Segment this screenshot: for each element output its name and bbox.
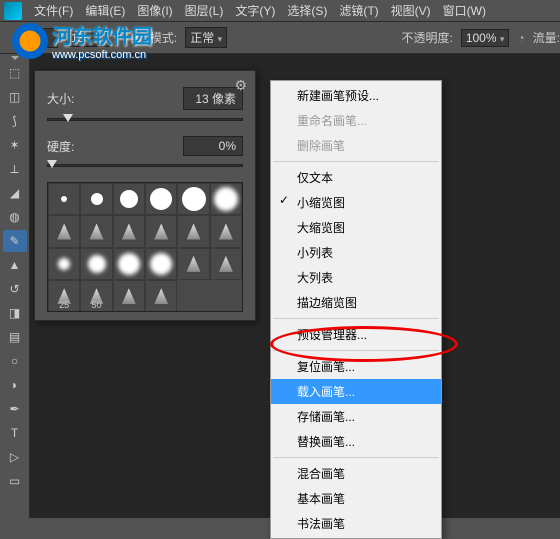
options-bar: • ▾ ▦ 模式: 正常 ▾ 不透明度: 100% ▾ ◔ 流量: — [0, 22, 560, 54]
brush-preset[interactable] — [113, 280, 145, 312]
menu-separator — [273, 161, 439, 162]
brush-size-input[interactable] — [66, 29, 110, 47]
menu-item[interactable]: 小缩览图 — [271, 190, 441, 215]
menu-item[interactable]: 新建画笔预设... — [271, 83, 441, 108]
tool-crop[interactable]: ⟂ — [3, 158, 27, 180]
gear-icon[interactable]: ⚙ — [234, 77, 247, 94]
brush-preset[interactable] — [113, 215, 145, 247]
menu-separator — [273, 318, 439, 319]
brush-preset[interactable] — [177, 248, 209, 280]
mode-label: 模式: — [150, 29, 177, 46]
chevron-down-icon[interactable]: ▾ — [118, 32, 123, 43]
tool-move[interactable]: ⬚ — [3, 62, 27, 84]
brush-preset-panel: ⚙ 大小: 13 像素 硬度: 0% 25 — [34, 70, 256, 321]
menu-image[interactable]: 图像(I) — [131, 2, 178, 19]
tool-wand[interactable]: ✶ — [3, 134, 27, 156]
brush-preset[interactable] — [145, 183, 177, 215]
menu-separator — [273, 457, 439, 458]
pressure-icon[interactable]: ◔ — [517, 31, 524, 45]
brush-preset[interactable] — [145, 280, 177, 312]
tool-eyedropper[interactable]: ◢ — [3, 182, 27, 204]
menu-item[interactable]: 替换画笔... — [271, 429, 441, 454]
menu-layer[interactable]: 图层(L) — [179, 2, 230, 19]
toolbox-collapse-icon[interactable] — [11, 56, 19, 60]
menu-select[interactable]: 选择(S) — [281, 2, 333, 19]
brush-preset[interactable] — [80, 248, 112, 280]
menubar: 文件(F) 编辑(E) 图像(I) 图层(L) 文字(Y) 选择(S) 滤镜(T… — [0, 0, 560, 22]
brush-preset[interactable] — [145, 248, 177, 280]
brush-presets-grid: 25 50 — [47, 182, 243, 312]
app-icon — [4, 2, 22, 20]
brush-preset[interactable] — [48, 183, 80, 215]
size-slider[interactable] — [47, 112, 243, 126]
brush-preset[interactable]: 25 — [48, 280, 80, 312]
tool-heal[interactable]: ◍ — [3, 206, 27, 228]
brush-preset[interactable] — [210, 248, 242, 280]
brush-preset[interactable] — [80, 215, 112, 247]
tool-path[interactable]: ▷ — [3, 446, 27, 468]
menu-type[interactable]: 文字(Y) — [229, 2, 281, 19]
menu-item[interactable]: 混合画笔 — [271, 461, 441, 486]
tool-pen[interactable]: ✒ — [3, 398, 27, 420]
menu-item[interactable]: 大列表 — [271, 265, 441, 290]
tool-marquee[interactable]: ◫ — [3, 86, 27, 108]
menu-item[interactable]: 仅文本 — [271, 165, 441, 190]
tool-type[interactable]: T — [3, 422, 27, 444]
menu-filter[interactable]: 滤镜(T) — [333, 2, 384, 19]
tool-lasso[interactable]: ⟆ — [3, 110, 27, 132]
tool-brush[interactable]: ✎ — [3, 230, 27, 252]
tool-stamp[interactable]: ▲ — [3, 254, 27, 276]
brush-preset[interactable] — [145, 215, 177, 247]
menu-window[interactable]: 窗口(W) — [437, 2, 492, 19]
tool-history[interactable]: ↺ — [3, 278, 27, 300]
flow-label: 流量: — [533, 29, 560, 46]
menu-separator — [273, 350, 439, 351]
tool-eraser[interactable]: ◨ — [3, 302, 27, 324]
menu-item[interactable]: 基本画笔 — [271, 486, 441, 511]
hardness-label: 硬度: — [47, 138, 74, 155]
menu-item[interactable]: 载入画笔... — [271, 379, 441, 404]
brush-preset[interactable] — [113, 248, 145, 280]
brush-preset[interactable] — [113, 183, 145, 215]
brush-preset[interactable] — [177, 215, 209, 247]
mode-select[interactable]: 正常 ▾ — [185, 27, 227, 48]
brush-preset[interactable] — [210, 183, 242, 215]
menu-item[interactable]: 复位画笔... — [271, 354, 441, 379]
opacity-label: 不透明度: — [401, 29, 452, 46]
brush-preset[interactable] — [80, 183, 112, 215]
brush-flyout-menu: 新建画笔预设...重命名画笔...删除画笔仅文本小缩览图大缩览图小列表大列表描边… — [270, 80, 442, 539]
tool-shape[interactable]: ▭ — [3, 470, 27, 492]
menu-item[interactable]: 小列表 — [271, 240, 441, 265]
brush-preset[interactable] — [48, 248, 80, 280]
tool-gradient[interactable]: ▤ — [3, 326, 27, 348]
menu-item[interactable]: 预设管理器... — [271, 322, 441, 347]
toolbox: ⬚ ◫ ⟆ ✶ ⟂ ◢ ◍ ✎ ▲ ↺ ◨ ▤ ○ ◗ ✒ T ▷ ▭ — [0, 54, 30, 518]
menu-item: 删除画笔 — [271, 133, 441, 158]
brush-preset[interactable]: 50 — [80, 280, 112, 312]
brush-preset[interactable] — [177, 183, 209, 215]
menu-item[interactable]: 存储画笔... — [271, 404, 441, 429]
brush-preview-icon[interactable]: • — [28, 28, 58, 48]
menu-view[interactable]: 视图(V) — [385, 2, 437, 19]
menu-item[interactable]: 描边缩览图 — [271, 290, 441, 315]
menu-file[interactable]: 文件(F) — [28, 2, 79, 19]
menu-item: 重命名画笔... — [271, 108, 441, 133]
tool-dodge[interactable]: ◗ — [3, 374, 27, 396]
menu-item[interactable]: 大缩览图 — [271, 215, 441, 240]
menu-edit[interactable]: 编辑(E) — [79, 2, 131, 19]
opacity-value[interactable]: 100% ▾ — [461, 29, 510, 47]
menu-item[interactable]: 书法画笔 — [271, 511, 441, 536]
hardness-value[interactable]: 0% — [183, 136, 243, 156]
tool-blur[interactable]: ○ — [3, 350, 27, 372]
hardness-slider[interactable] — [47, 158, 243, 172]
brush-preset[interactable] — [210, 215, 242, 247]
toggle-panel-icon[interactable]: ▦ — [131, 31, 142, 45]
brush-preset[interactable] — [48, 215, 80, 247]
size-label: 大小: — [47, 90, 74, 107]
